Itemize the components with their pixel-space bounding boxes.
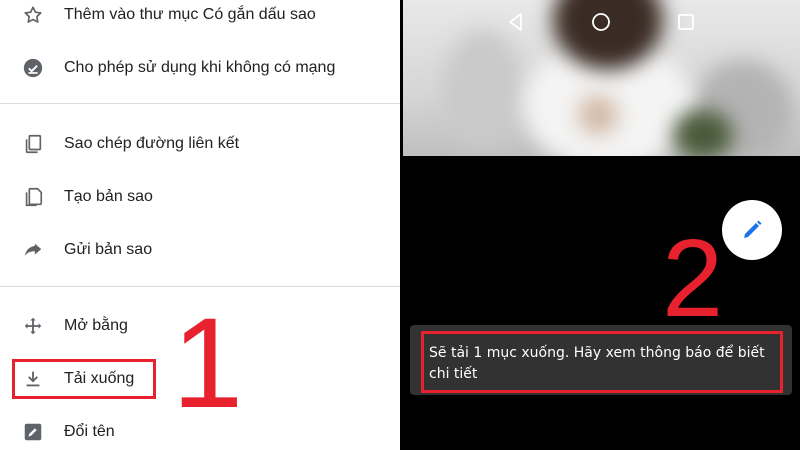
menu-item-label: Thêm vào thư mục Có gắn dấu sao bbox=[64, 6, 316, 23]
android-navigation-bar bbox=[400, 408, 800, 450]
menu-divider bbox=[0, 286, 400, 287]
snackbar-message: Sẽ tải 1 mục xuống. Hãy xem thông báo để… bbox=[429, 345, 765, 382]
menu-item-label: Tạo bản sao bbox=[64, 188, 153, 205]
home-circle-icon[interactable] bbox=[591, 12, 611, 32]
share-arrow-icon bbox=[22, 239, 44, 261]
menu-item-copy-link[interactable]: Sao chép đường liên kết bbox=[0, 124, 400, 164]
star-outline-icon bbox=[22, 4, 44, 26]
menu-item-label: Mở bằng bbox=[64, 317, 128, 334]
menu-item-label: Gửi bản sao bbox=[64, 241, 153, 258]
menu-item-send-copy[interactable]: Gửi bản sao bbox=[0, 230, 400, 270]
menu-item-label: Cho phép sử dụng khi không có mạng bbox=[64, 59, 336, 76]
menu-item-make-copy[interactable]: Tạo bản sao bbox=[0, 177, 400, 217]
menu-divider bbox=[0, 103, 400, 104]
edit-fab-button[interactable] bbox=[722, 200, 782, 260]
rename-icon bbox=[22, 421, 44, 443]
open-with-icon bbox=[22, 315, 44, 337]
menu-item-label: Đổi tên bbox=[64, 423, 115, 440]
menu-item-label: Sao chép đường liên kết bbox=[64, 135, 240, 152]
step-2-annotation: 2 bbox=[662, 217, 724, 340]
menu-item-add-starred[interactable]: Thêm vào thư mục Có gắn dấu sao bbox=[0, 0, 400, 35]
back-triangle-icon[interactable] bbox=[506, 12, 526, 32]
make-copy-icon bbox=[22, 186, 44, 208]
menu-item-available-offline[interactable]: Cho phép sử dụng khi không có mạng bbox=[0, 48, 400, 88]
pencil-icon bbox=[740, 218, 764, 242]
recent-square-icon[interactable] bbox=[676, 12, 696, 32]
copy-link-icon bbox=[22, 133, 44, 155]
download-highlight-box bbox=[12, 359, 156, 399]
step-1-annotation: 1 bbox=[172, 292, 244, 435]
offline-check-icon bbox=[22, 57, 44, 79]
